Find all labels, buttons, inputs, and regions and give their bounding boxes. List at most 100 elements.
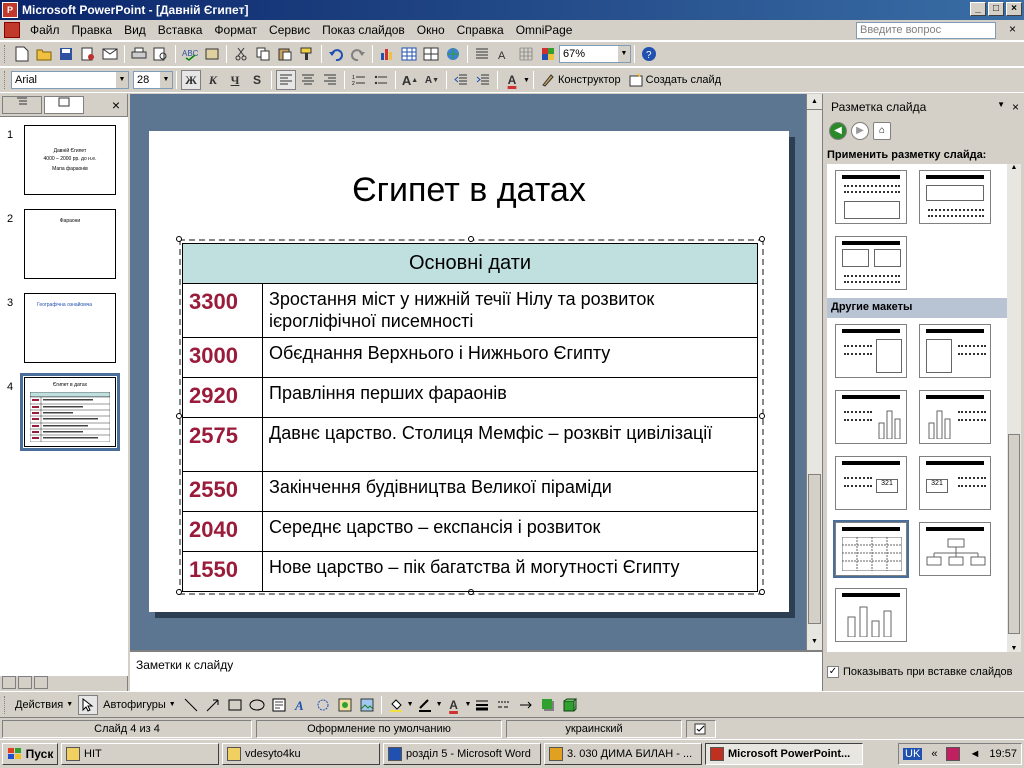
resize-handle[interactable] [468, 236, 474, 242]
actions-menu[interactable]: Действия ▼ [11, 699, 77, 711]
arrow-style-icon[interactable] [516, 695, 536, 715]
event-cell[interactable]: Зростання міст у нижній течії Нілу та ро… [262, 283, 758, 338]
color-grayscale-icon[interactable] [538, 44, 558, 64]
shadow-button[interactable]: S [247, 70, 267, 90]
paste-icon[interactable] [275, 44, 295, 64]
vertical-scrollbar[interactable]: ▲ ▼ [806, 94, 822, 650]
print-icon[interactable] [129, 44, 149, 64]
event-cell[interactable]: Давнє царство. Столиця Мемфіс – розквіт … [262, 417, 758, 472]
numbering-icon[interactable]: 12 [349, 70, 369, 90]
resize-handle[interactable] [759, 413, 765, 419]
chevron-down-icon[interactable]: ▼ [436, 701, 443, 708]
help-icon[interactable]: ? [639, 44, 659, 64]
resize-handle[interactable] [176, 236, 182, 242]
year-cell[interactable]: 1550 [182, 551, 263, 592]
task-word[interactable]: розділ 5 - Microsoft Word [383, 743, 541, 765]
line-style-icon[interactable] [472, 695, 492, 715]
slideshow-view-icon[interactable] [34, 676, 48, 689]
insert-table-icon[interactable] [399, 44, 419, 64]
clipart-icon[interactable] [335, 695, 355, 715]
menu-format[interactable]: Формат [208, 23, 263, 37]
menu-edit[interactable]: Правка [66, 23, 119, 37]
research-icon[interactable] [202, 44, 222, 64]
event-cell[interactable]: Правління перших фараонів [262, 377, 758, 418]
toolbar-grip[interactable] [4, 71, 7, 89]
back-icon[interactable]: ◀ [829, 122, 847, 140]
insert-chart-icon[interactable] [377, 44, 397, 64]
autoshapes-menu[interactable]: Автофигуры ▼ [99, 699, 180, 711]
spelling-icon[interactable]: ABC [180, 44, 200, 64]
copy-icon[interactable] [253, 44, 273, 64]
menu-view[interactable]: Вид [118, 23, 152, 37]
scroll-up-icon[interactable]: ▲ [807, 94, 822, 110]
print-preview-icon[interactable] [151, 44, 171, 64]
spelling-status-icon[interactable] [686, 719, 716, 738]
event-cell[interactable]: Обєднання Верхнього і Нижнього Єгипту [262, 337, 758, 378]
layout-title-orgchart[interactable] [919, 522, 991, 576]
textbox-icon[interactable] [269, 695, 289, 715]
event-cell[interactable]: Середнє царство – експансія і розвиток [262, 511, 758, 552]
scroll-thumb[interactable] [1008, 434, 1020, 634]
new-slide-button[interactable]: Создать слайд [625, 73, 725, 87]
chevron-down-icon[interactable]: ▼ [407, 701, 414, 708]
menu-slideshow[interactable]: Показ слайдов [316, 23, 411, 37]
table-header[interactable]: Основні дати [182, 243, 758, 284]
tables-borders-icon[interactable] [421, 44, 441, 64]
close-button[interactable]: × [1006, 2, 1022, 16]
layout-title-text-content[interactable] [835, 170, 907, 224]
task-pane-scrollbar[interactable]: ▲ ▼ [1007, 164, 1021, 652]
draw-font-color-icon[interactable]: A [444, 695, 464, 715]
chevron-down-icon[interactable]: ▼ [160, 72, 172, 88]
layout-title-chart[interactable] [835, 588, 907, 642]
open-icon[interactable] [34, 44, 54, 64]
save-icon[interactable] [56, 44, 76, 64]
font-name-select[interactable]: Arial ▼ [11, 71, 129, 89]
undo-icon[interactable] [326, 44, 346, 64]
menu-window[interactable]: Окно [411, 23, 451, 37]
year-cell[interactable]: 2920 [182, 377, 263, 418]
year-cell[interactable]: 2040 [182, 511, 263, 552]
start-button[interactable]: Пуск [2, 743, 58, 765]
event-cell[interactable]: Нове царство – пік багатства й могутност… [262, 551, 758, 592]
show-on-insert-checkbox[interactable]: ✓ [827, 666, 839, 678]
slide-thumbnail-2[interactable]: Фараони [24, 209, 116, 279]
slide-thumbnail-4[interactable]: Єгипет в датах [20, 373, 120, 451]
align-right-icon[interactable] [320, 70, 340, 90]
chevron-down-icon[interactable]: ▼ [116, 72, 128, 88]
layout-text-chart[interactable] [835, 390, 907, 444]
task-media[interactable]: 3. 030 ДИМА БИЛАН - ... [544, 743, 702, 765]
expand-tray-icon[interactable]: « [931, 748, 937, 760]
close-pane-icon[interactable]: × [112, 97, 120, 113]
year-cell[interactable]: 2575 [182, 417, 263, 472]
design-template[interactable]: Оформление по умолчанию [256, 719, 502, 738]
cut-icon[interactable] [231, 44, 251, 64]
sorter-view-icon[interactable] [18, 676, 32, 689]
oval-icon[interactable] [247, 695, 267, 715]
expand-all-icon[interactable] [472, 44, 492, 64]
toolbar-grip[interactable] [4, 695, 7, 714]
year-cell[interactable]: 3000 [182, 337, 263, 378]
minimize-button[interactable]: _ [970, 2, 986, 16]
year-cell[interactable]: 3300 [182, 283, 263, 338]
menu-help[interactable]: Справка [451, 23, 510, 37]
redo-icon[interactable] [348, 44, 368, 64]
notes-area[interactable]: Заметки к слайду [130, 650, 822, 691]
dash-style-icon[interactable] [494, 695, 514, 715]
chevron-down-icon[interactable]: ▼ [523, 77, 530, 84]
underline-button[interactable]: Ч [225, 70, 245, 90]
layout-clipart-text[interactable] [919, 324, 991, 378]
dates-table[interactable]: Основні дати 3300 Зростання міст у нижні… [182, 243, 758, 592]
language-indicator[interactable]: UK [903, 748, 923, 760]
scroll-up-icon[interactable]: ▲ [1007, 164, 1021, 178]
menu-tools[interactable]: Сервис [263, 23, 316, 37]
chevron-down-icon[interactable]: ▼ [465, 701, 472, 708]
arrow-icon[interactable] [203, 695, 223, 715]
show-formatting-icon[interactable]: A [494, 44, 514, 64]
layout-title-table[interactable] [833, 520, 909, 578]
shadow-style-icon[interactable] [538, 695, 558, 715]
home-icon[interactable]: ⌂ [873, 122, 891, 140]
year-cell[interactable]: 2550 [182, 471, 263, 512]
menu-insert[interactable]: Вставка [152, 23, 209, 37]
zoom-select[interactable]: 67% ▼ [559, 45, 631, 63]
italic-button[interactable]: К [203, 70, 223, 90]
